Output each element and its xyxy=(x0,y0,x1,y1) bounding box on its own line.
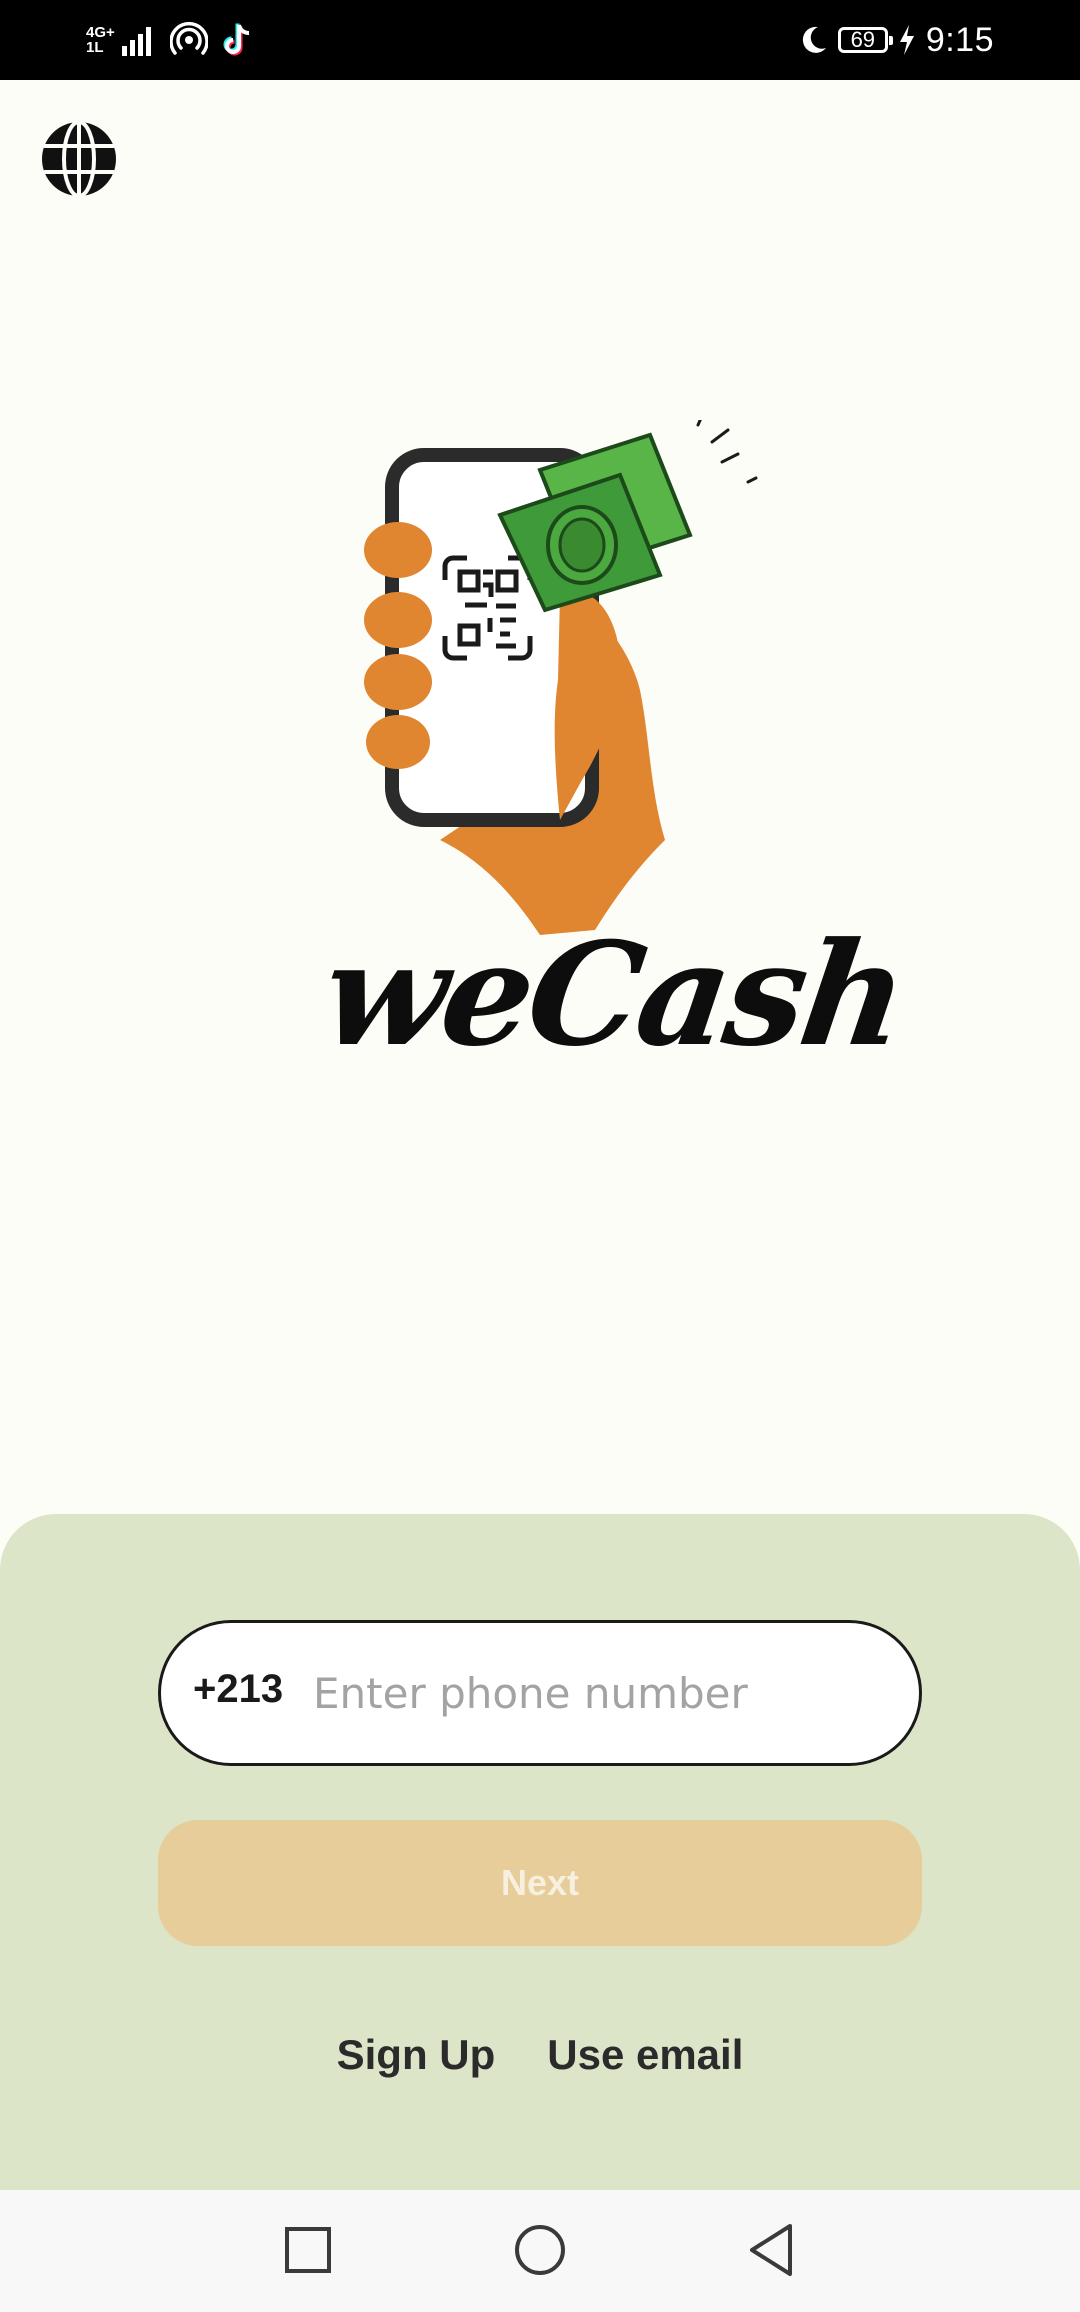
recent-apps-icon[interactable] xyxy=(276,2218,340,2282)
next-button[interactable]: Next xyxy=(158,1820,922,1946)
hand-phone-cash-illustration xyxy=(364,420,758,935)
country-code[interactable]: +213 xyxy=(193,1667,303,1712)
network-label-bottom: 1L xyxy=(86,39,104,56)
finger-3 xyxy=(364,654,432,710)
finger-4 xyxy=(366,715,430,769)
network-type: 4G+ 1L xyxy=(86,25,115,56)
status-bar: 4G+ 1L 69 9:15 xyxy=(0,0,1080,80)
auth-links: Sign Up Use email xyxy=(0,2020,1080,2090)
tiktok-icon xyxy=(223,23,250,56)
finger-1 xyxy=(364,522,432,578)
clock: 9:15 xyxy=(925,20,994,59)
battery-icon: 69 xyxy=(837,27,893,53)
battery-level: 69 xyxy=(850,27,876,52)
use-email-link[interactable]: Use email xyxy=(547,2020,743,2090)
status-right: 69 9:15 xyxy=(798,14,994,66)
status-left: 4G+ 1L xyxy=(86,14,254,66)
motion-lines xyxy=(696,420,758,484)
network-label-top: 4G+ xyxy=(86,24,115,41)
moon-icon xyxy=(802,26,826,53)
login-screen: 4G+ 1L 69 9:15 weCash +213 Enter phone n… xyxy=(0,0,1080,2312)
hotspot-icon xyxy=(170,22,208,55)
signal-icon xyxy=(122,27,151,56)
system-nav-bar xyxy=(0,2190,1080,2312)
phone-field[interactable]: +213 xyxy=(158,1620,922,1766)
back-icon[interactable] xyxy=(740,2218,804,2282)
globe-icon[interactable] xyxy=(38,118,120,200)
phone-input[interactable] xyxy=(313,1668,879,1718)
home-icon[interactable] xyxy=(508,2218,572,2282)
charging-icon xyxy=(899,25,914,55)
sign-up-link[interactable]: Sign Up xyxy=(337,2020,496,2090)
finger-2 xyxy=(364,592,432,648)
brand-wordmark: weCash xyxy=(313,912,914,1078)
